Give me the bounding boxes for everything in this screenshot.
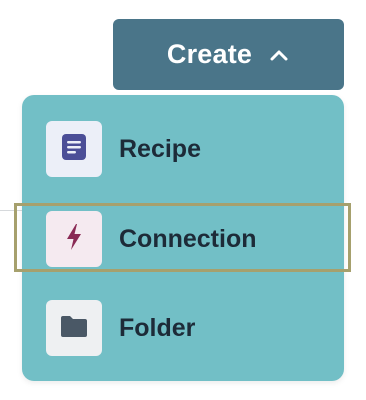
menu-item-label: Recipe [119,134,201,163]
create-menu: Recipe Connection Folder [22,95,344,381]
folder-icon [59,314,89,343]
divider [0,210,22,211]
create-button[interactable]: Create [113,19,344,90]
menu-item-connection[interactable]: Connection [22,203,344,275]
chevron-up-icon [268,44,290,66]
menu-item-recipe[interactable]: Recipe [22,113,344,185]
recipe-icon-tile [46,121,102,177]
menu-item-folder[interactable]: Folder [22,292,344,364]
folder-icon-tile [46,300,102,356]
lightning-bolt-icon [64,223,84,256]
menu-item-label: Connection [119,224,257,253]
document-icon [61,133,87,166]
menu-item-label: Folder [119,313,196,342]
create-button-label: Create [166,39,253,69]
stage: Create Recipe Connection Folder [0,0,366,400]
connection-icon-tile [46,211,102,267]
